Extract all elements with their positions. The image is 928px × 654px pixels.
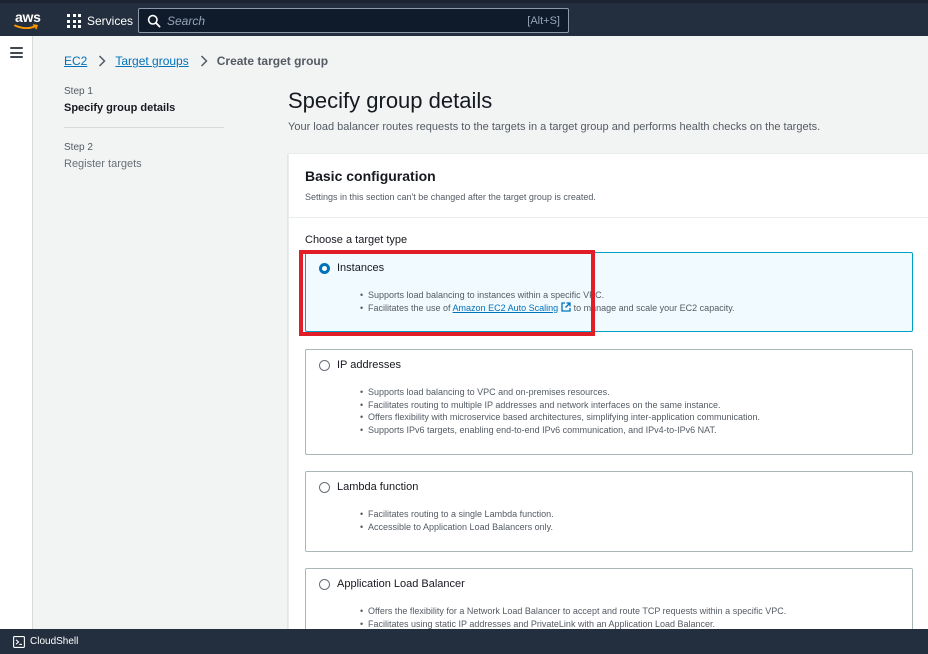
option-bullets: Supports load balancing to instances wit… (360, 289, 735, 314)
aws-logo-text: aws (15, 9, 41, 25)
terminal-icon (13, 635, 25, 648)
radio-instances[interactable] (319, 263, 330, 274)
main-content: EC2 Target groups Create target group St… (33, 36, 928, 629)
wizard-steps: Step 1 Specify group details Step 2 Regi… (64, 86, 224, 170)
breadcrumb: EC2 Target groups Create target group (64, 54, 328, 68)
step-1-title: Specify group details (64, 102, 176, 114)
radio-application-load-balancer[interactable] (319, 579, 330, 590)
page-title: Specify group details (288, 88, 493, 113)
breadcrumb-current: Create target group (216, 54, 329, 68)
basic-configuration-panel: Basic configuration Settings in this sec… (288, 153, 928, 629)
option-bullets: Supports load balancing to VPC and on-pr… (360, 386, 760, 436)
step-1: Step 1 Specify group details (64, 86, 224, 114)
step-2: Step 2 Register targets (64, 142, 224, 170)
page-description: Your load balancer routes requests to th… (288, 121, 821, 133)
breadcrumb-target-groups-link[interactable]: Target groups (115, 54, 188, 68)
option-title: IP addresses (337, 359, 402, 371)
search-bar[interactable]: [Alt+S] (138, 8, 569, 33)
option-bullet: Facilitates using static IP addresses an… (360, 618, 786, 629)
chevron-right-icon (200, 55, 208, 67)
panel-subtitle: Settings in this section can't be change… (305, 192, 596, 202)
step-1-label: Step 1 (64, 86, 93, 97)
option-bullet: Facilitates the use of Amazon EC2 Auto S… (360, 302, 735, 315)
breadcrumb-ec2-link[interactable]: EC2 (64, 54, 87, 68)
option-bullets: Facilitates routing to a single Lambda f… (360, 508, 554, 533)
option-bullet: Facilitates routing to a single Lambda f… (360, 508, 554, 521)
side-rail (0, 36, 33, 629)
search-icon (147, 14, 161, 28)
target-type-option-ip-addresses[interactable]: IP addresses Supports load balancing to … (305, 349, 913, 455)
option-bullet: Facilitates routing to multiple IP addre… (360, 399, 760, 412)
cloudshell-button[interactable]: CloudShell (0, 629, 928, 654)
option-bullets: Offers the flexibility for a Network Loa… (360, 605, 786, 629)
panel-title: Basic configuration (305, 168, 436, 184)
aws-logo[interactable]: aws (13, 9, 43, 31)
radio-ip-addresses[interactable] (319, 360, 330, 371)
option-title: Instances (337, 262, 385, 274)
option-title: Lambda function (337, 481, 419, 493)
top-navigation: aws Services [Alt+S] (0, 0, 928, 36)
target-type-option-instances[interactable]: Instances Supports load balancing to ins… (305, 252, 913, 332)
radio-lambda-function[interactable] (319, 482, 330, 493)
bullet-text: to manage and scale your EC2 capacity. (571, 302, 735, 313)
hamburger-menu-icon[interactable] (10, 47, 23, 58)
chevron-right-icon (99, 55, 106, 67)
search-shortcut-hint: [Alt+S] (527, 14, 560, 27)
target-type-option-application-load-balancer[interactable]: Application Load Balancer Offers the fle… (305, 568, 913, 629)
aws-smile-icon (14, 24, 38, 30)
bullet-text: Facilitates the use of (368, 302, 453, 313)
panel-header: Basic configuration Settings in this sec… (289, 154, 928, 218)
option-bullet: Accessible to Application Load Balancers… (360, 521, 554, 534)
services-grid-icon (67, 14, 81, 28)
ec2-auto-scaling-link[interactable]: Amazon EC2 Auto Scaling (453, 303, 559, 313)
option-bullet: Offers the flexibility for a Network Loa… (360, 605, 786, 618)
option-bullet: Supports load balancing to VPC and on-pr… (360, 386, 760, 399)
target-type-option-lambda-function[interactable]: Lambda function Facilitates routing to a… (305, 471, 913, 552)
option-bullet: Offers flexibility with microservice bas… (360, 411, 760, 424)
step-divider (64, 127, 224, 128)
services-label: Services (87, 14, 134, 28)
cloudshell-label: CloudShell (30, 636, 79, 647)
option-bullet: Supports IPv6 targets, enabling end-to-e… (360, 424, 760, 437)
step-2-label: Step 2 (64, 142, 93, 153)
search-input[interactable] (167, 13, 528, 28)
services-menu-button[interactable]: Services (67, 11, 133, 31)
step-2-title: Register targets (64, 158, 142, 170)
target-type-label: Choose a target type (305, 234, 408, 246)
option-bullet: Supports load balancing to instances wit… (360, 289, 735, 302)
external-link-icon[interactable] (561, 301, 571, 312)
option-title: Application Load Balancer (337, 578, 465, 590)
